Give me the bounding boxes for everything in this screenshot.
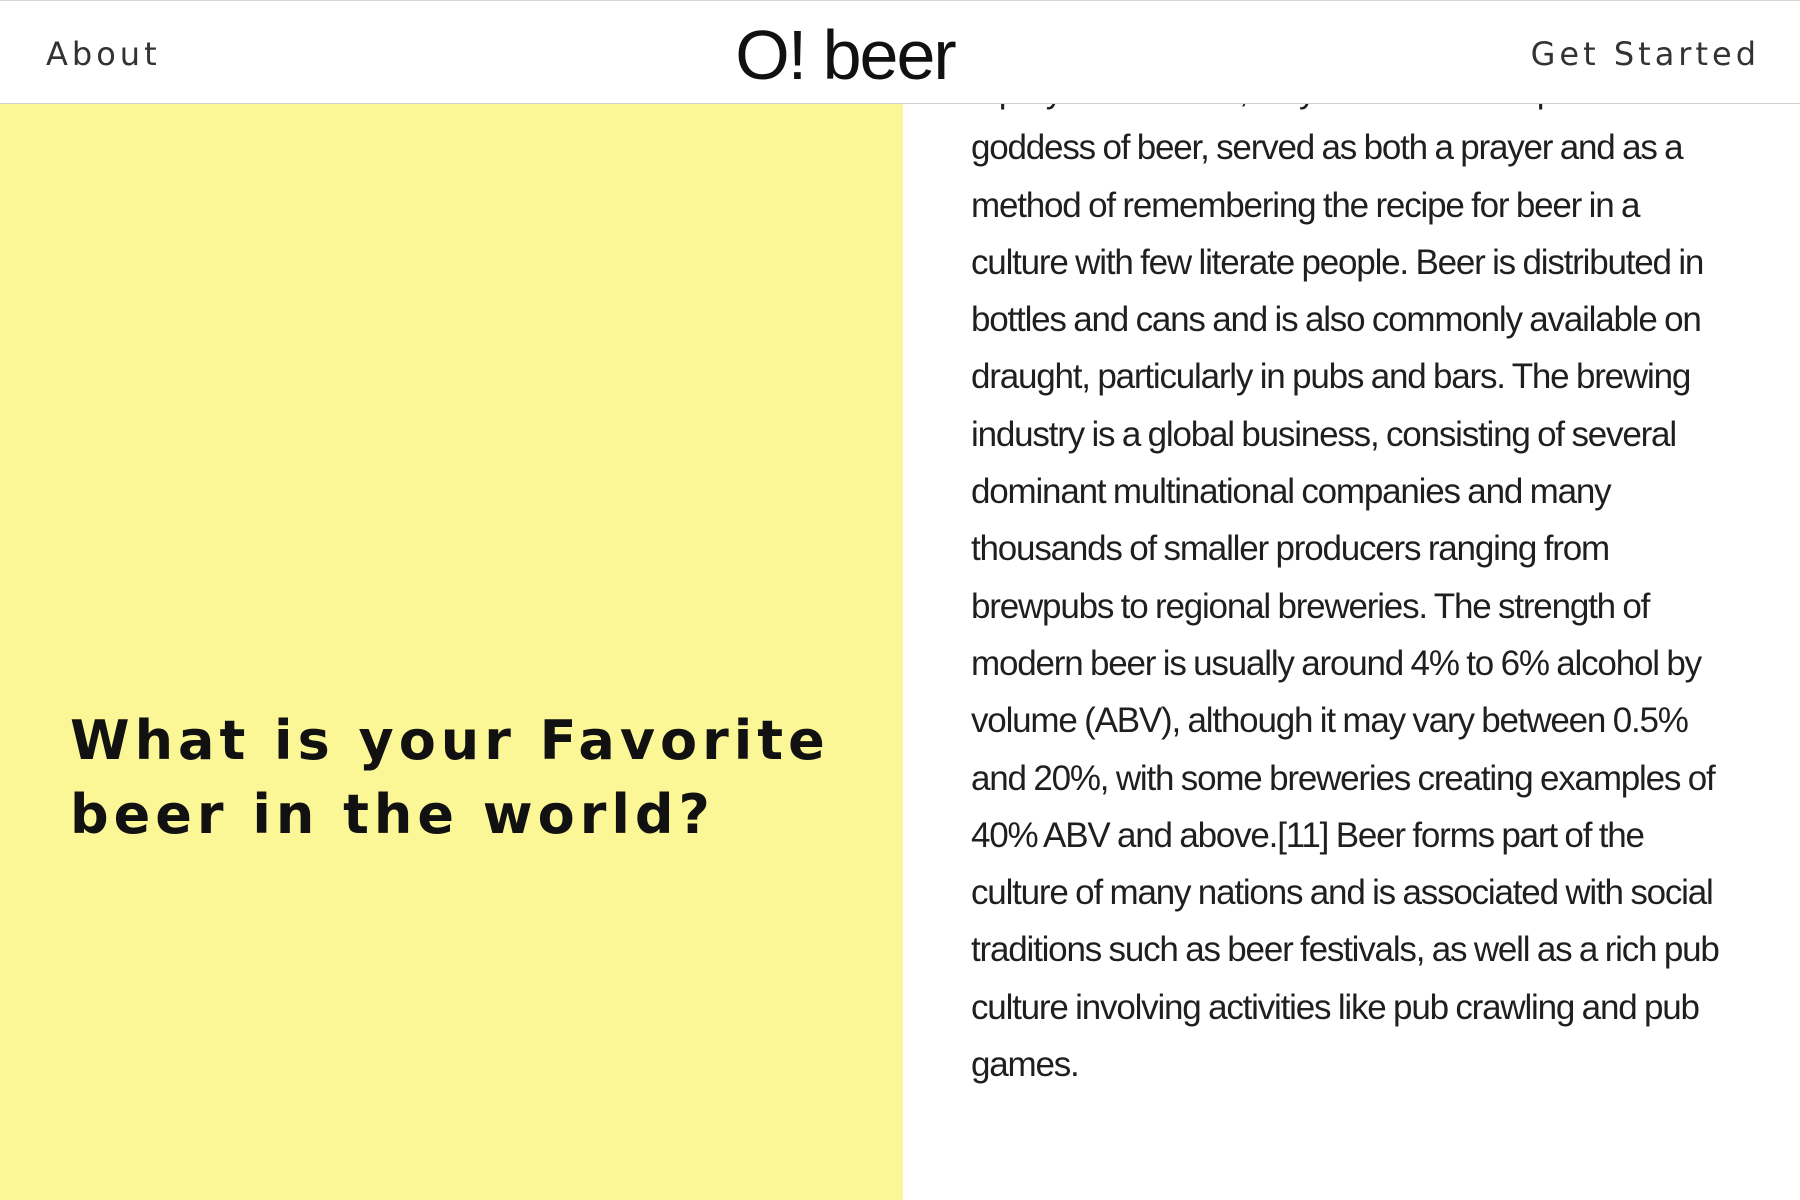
hero-headline: What is your Favorite beer in the world? — [70, 704, 890, 852]
hero-headline-line1: What is your Favorite — [70, 709, 830, 772]
article-panel[interactable]: A prayer to Ninkasi, a hymn to the Mesop… — [903, 104, 1800, 1200]
article-body: A prayer to Ninkasi, a hymn to the Mesop… — [971, 104, 1720, 1085]
site-logo[interactable]: O! beer — [0, 18, 1690, 92]
hero-headline-line2: beer in the world? — [70, 783, 715, 846]
nav-get-started-link[interactable]: Get Started — [1531, 34, 1760, 74]
site-header: About O! beer Get Started — [0, 0, 1800, 104]
hero-panel: What is your Favorite beer in the world? — [0, 104, 903, 1200]
